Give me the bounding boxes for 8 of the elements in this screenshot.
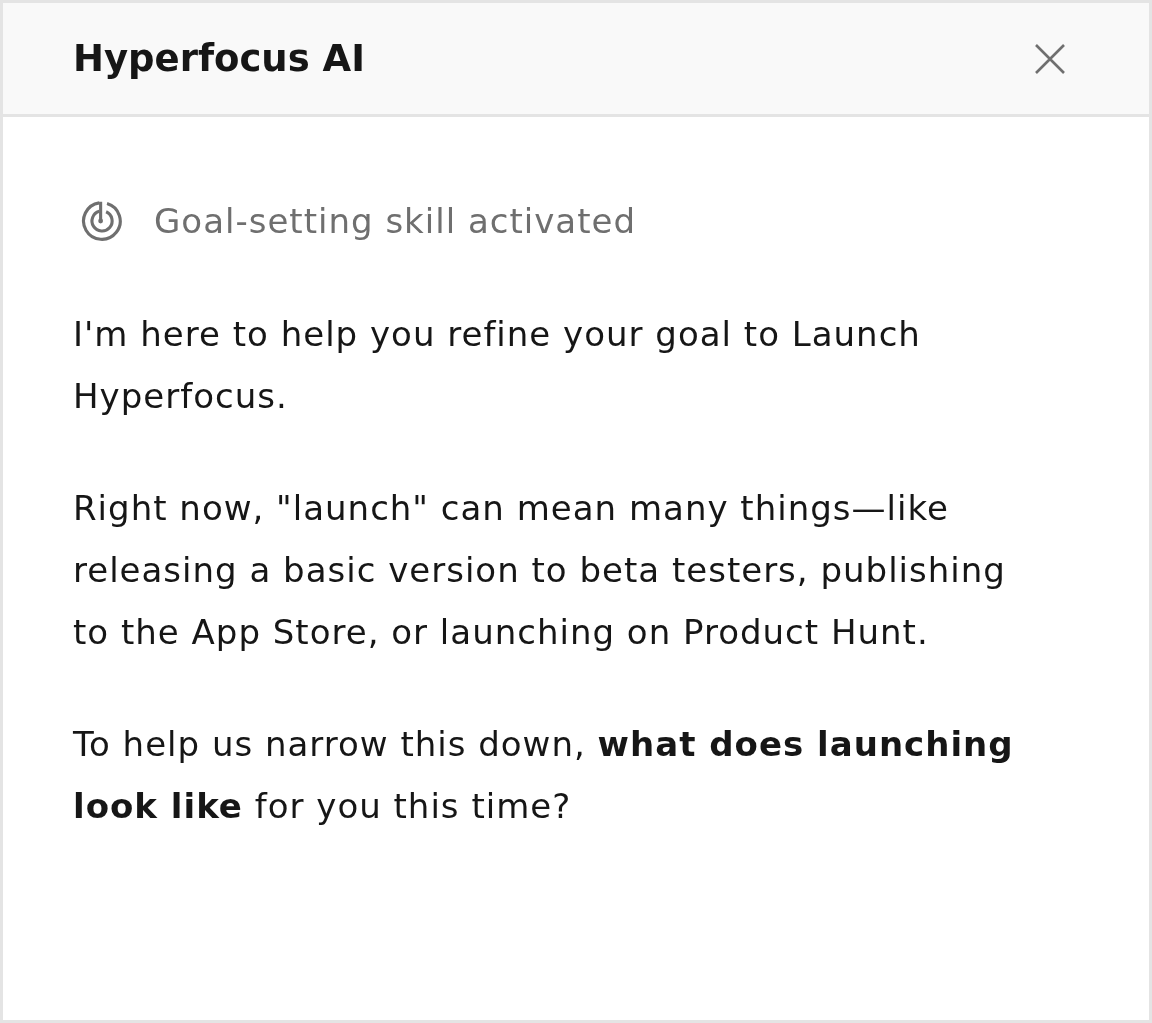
message-paragraph: I'm here to help you refine your goal to Launch Hyperfocus. bbox=[73, 313, 922, 418]
message-paragraph: Right now, "launch" can mean many things—like releasing a basic version to beta testers, publishing to the App Store, or launching on Product Hunt. bbox=[73, 487, 1007, 654]
target-icon bbox=[80, 199, 124, 243]
close-icon bbox=[1035, 43, 1065, 74]
status-message: Goal-setting skill activated bbox=[154, 201, 637, 241]
message-paragraph: To help us narrow this down, what does launching look like for you this time? bbox=[73, 723, 1015, 828]
close-button[interactable] bbox=[1035, 43, 1065, 74]
panel-title: Hyperfocus AI bbox=[73, 37, 365, 80]
